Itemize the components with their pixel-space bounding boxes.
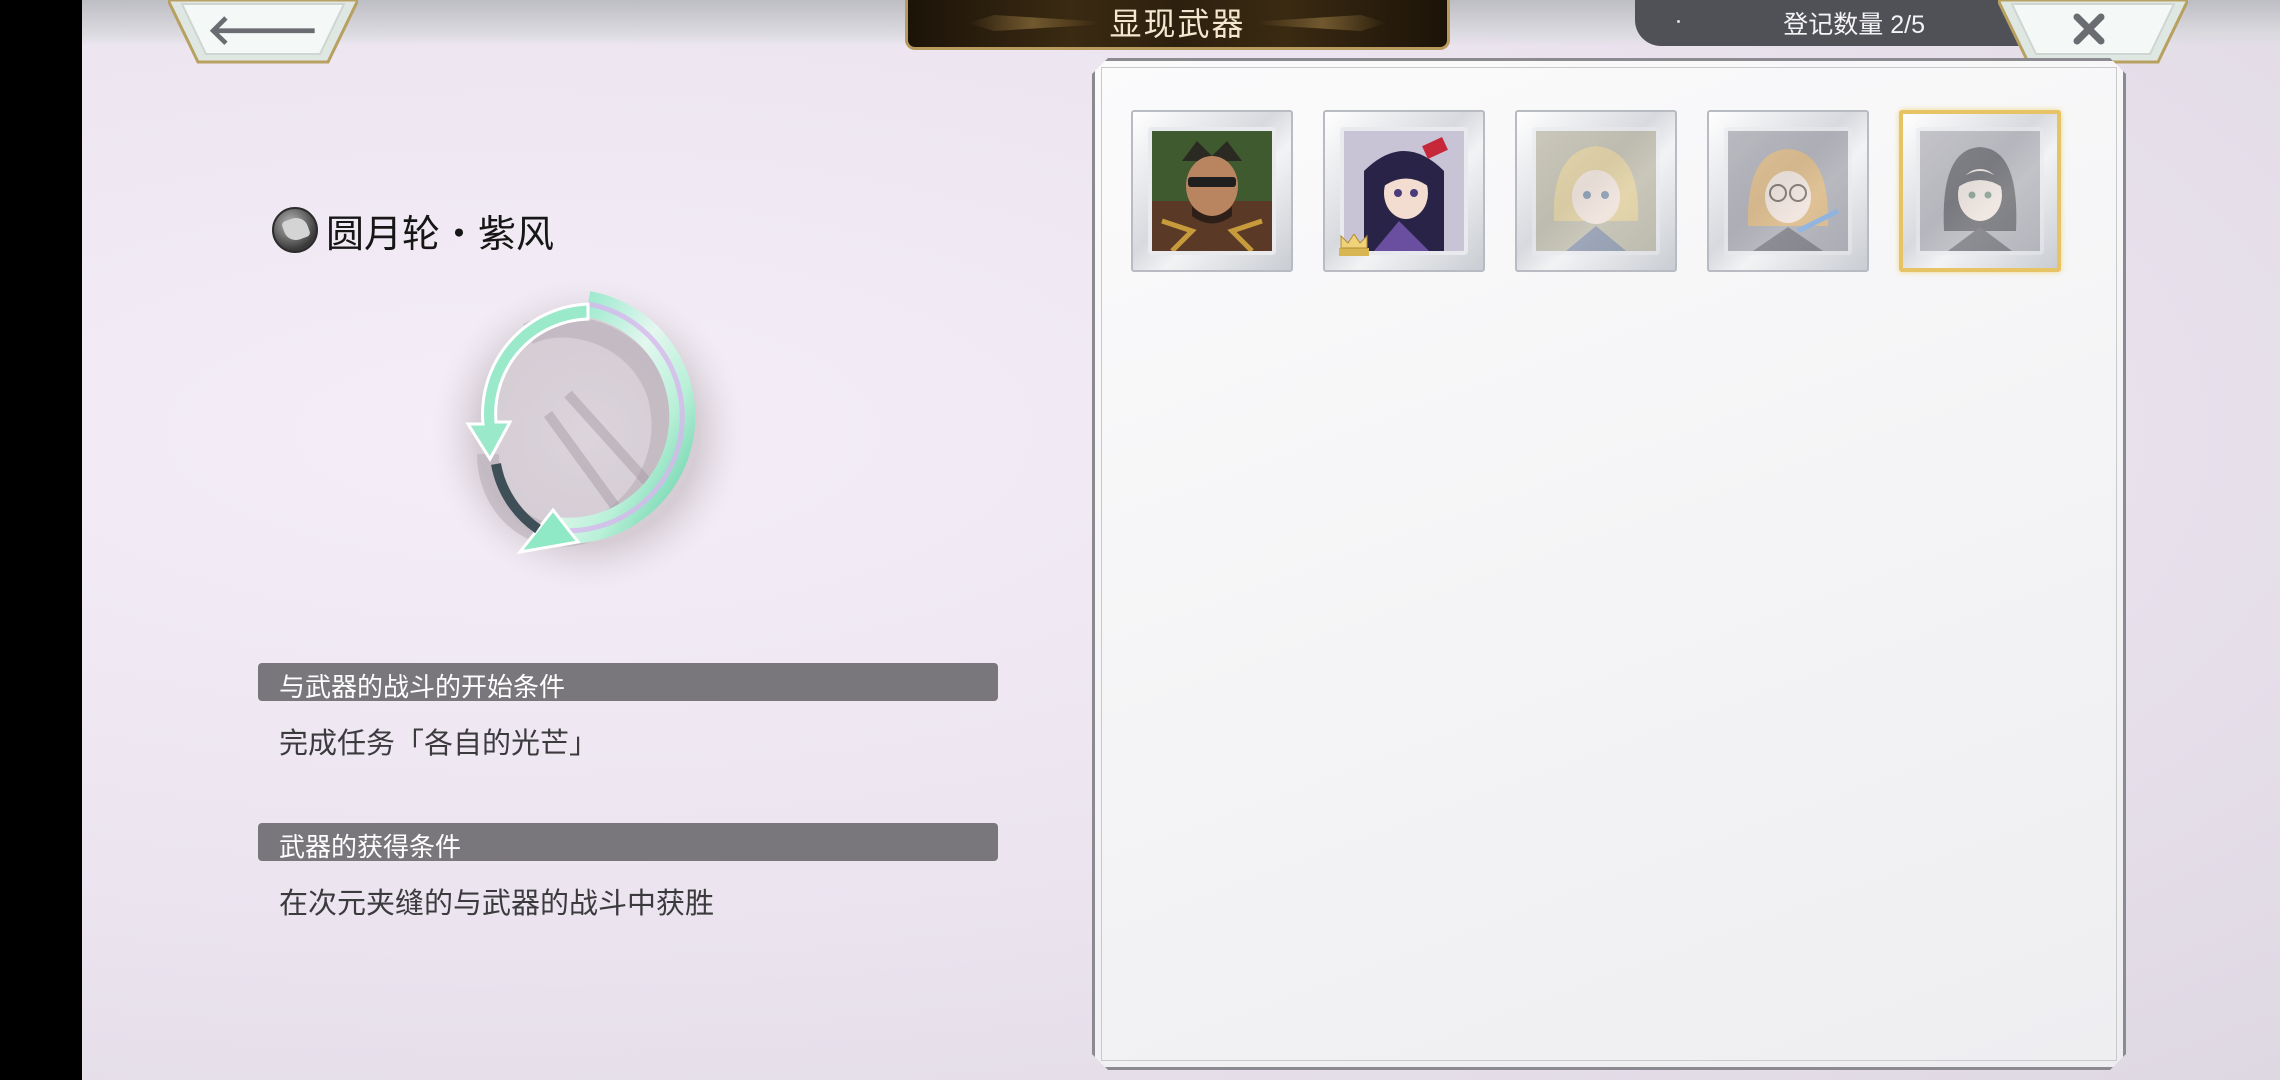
character-portrait-glasses-girl <box>1724 127 1852 255</box>
character-card[interactable] <box>1131 110 1293 272</box>
back-arrow-icon: 🡐 <box>206 5 320 54</box>
register-count-pill: 登记数量 2/5 <box>1635 0 2035 46</box>
character-card[interactable] <box>1323 110 1485 272</box>
character-card-selected[interactable] <box>1899 110 2061 272</box>
weapon-register-screen: 🡐 显现武器 登记数量 2/5 圆月轮・紫风 与武器的战斗的开始条件 完成任务「… <box>82 0 2280 1080</box>
obtain-condition-title: 武器的获得条件 <box>279 833 462 863</box>
close-button[interactable] <box>1998 0 2188 68</box>
page-title: 显现武器 <box>1109 5 1246 43</box>
start-condition-header: 与武器的战斗的开始条件 <box>258 663 998 703</box>
obtain-condition-text: 在次元夹缝的与武器的战斗中获胜 <box>279 886 715 920</box>
weapon-name: 圆月轮・紫风 <box>326 211 555 256</box>
weapon-type-icon <box>272 207 318 253</box>
character-card[interactable] <box>1515 110 1677 272</box>
back-button[interactable]: 🡐 <box>168 0 358 68</box>
title-plate: 显现武器 <box>905 0 1450 50</box>
title-ornament-left <box>968 15 1098 31</box>
character-card[interactable] <box>1707 110 1869 272</box>
start-condition-title: 与武器的战斗的开始条件 <box>279 673 566 703</box>
character-portrait-blonde-girl <box>1532 127 1660 255</box>
chakram-weapon-icon <box>428 274 748 594</box>
register-count: 登记数量 2/5 <box>1783 11 1925 39</box>
crown-badge-icon <box>1339 234 1369 256</box>
start-condition-text: 完成任务「各自的光芒」 <box>279 726 599 760</box>
weapon-name-row: 圆月轮・紫风 <box>272 205 555 256</box>
obtain-condition-header: 武器的获得条件 <box>258 823 998 863</box>
title-ornament-right <box>1257 15 1387 31</box>
character-portrait-warrior <box>1148 127 1276 255</box>
character-portrait-dark-hair-girl <box>1916 127 2044 255</box>
